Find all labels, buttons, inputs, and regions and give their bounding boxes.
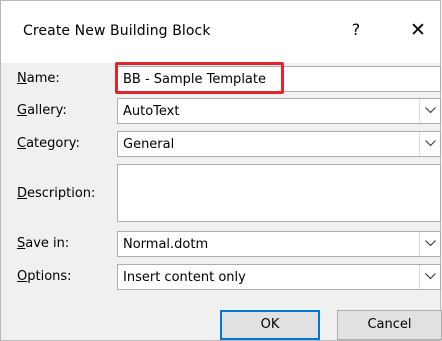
highlight-box xyxy=(115,62,284,94)
options-label-text: ptions: xyxy=(27,269,72,284)
options-label: Options: xyxy=(17,269,72,284)
chevron-down-icon xyxy=(425,107,436,114)
name-label-text: ame: xyxy=(26,71,60,86)
category-label-accesskey: C xyxy=(17,136,27,151)
gallery-label-accesskey: G xyxy=(17,103,28,118)
description-textarea[interactable] xyxy=(117,164,441,222)
gallery-value: AutoText xyxy=(123,104,180,119)
save-in-label: Save in: xyxy=(17,236,69,251)
category-value: General xyxy=(123,137,175,152)
close-button[interactable]: ✕ xyxy=(405,15,431,45)
chevron-down-icon xyxy=(425,140,436,147)
gallery-dropdown[interactable]: AutoText xyxy=(117,98,441,124)
gallery-label-text: allery: xyxy=(27,103,67,118)
description-label-text: escription: xyxy=(27,186,96,201)
help-button[interactable]: ? xyxy=(343,15,369,45)
gallery-dropdown-arrow[interactable] xyxy=(419,99,440,123)
options-value: Insert content only xyxy=(123,270,246,285)
save-in-value: Normal.dotm xyxy=(123,237,209,252)
save-in-dropdown[interactable]: Normal.dotm xyxy=(117,231,441,257)
options-dropdown[interactable]: Insert content only xyxy=(117,264,441,290)
chevron-down-icon xyxy=(425,273,436,280)
name-label-accesskey: N xyxy=(17,71,27,86)
name-label: Name: xyxy=(17,71,60,86)
ok-button[interactable]: OK xyxy=(220,310,320,340)
category-label: Category: xyxy=(17,136,80,151)
category-dropdown-arrow[interactable] xyxy=(419,132,440,156)
save-in-dropdown-arrow[interactable] xyxy=(419,232,440,256)
category-label-text: ategory: xyxy=(26,136,80,151)
cancel-button[interactable]: Cancel xyxy=(337,310,442,340)
title-bar: Create New Building Block ? ✕ xyxy=(1,1,440,63)
save-in-label-text: ave in: xyxy=(25,236,70,251)
chevron-down-icon xyxy=(425,240,436,247)
create-building-block-dialog: Create New Building Block ? ✕ Name: BB -… xyxy=(0,0,442,341)
options-dropdown-arrow[interactable] xyxy=(419,265,440,289)
dialog-title: Create New Building Block xyxy=(23,23,211,39)
category-dropdown[interactable]: General xyxy=(117,131,441,157)
description-label-accesskey: D xyxy=(17,186,28,201)
options-label-accesskey: O xyxy=(17,269,28,284)
description-label: Description: xyxy=(17,186,95,201)
gallery-label: Gallery: xyxy=(17,103,67,118)
